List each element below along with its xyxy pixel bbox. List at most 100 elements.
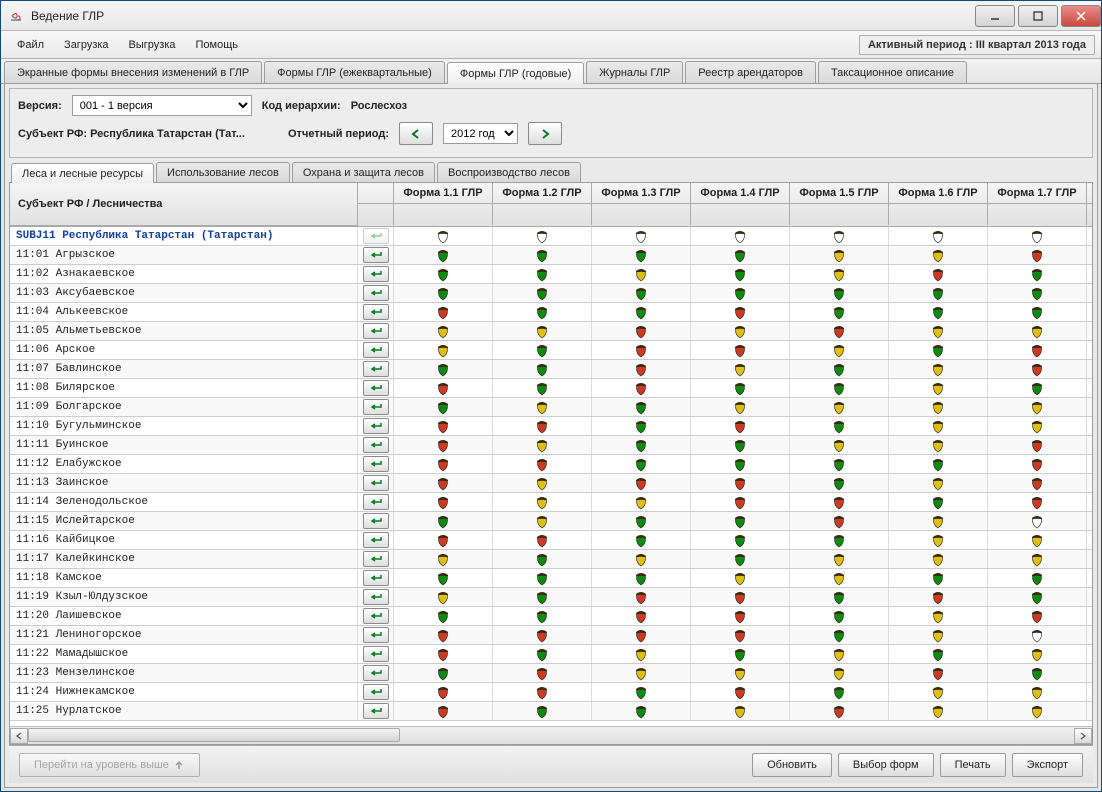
status-cell[interactable] <box>889 379 988 397</box>
status-cell[interactable] <box>592 398 691 416</box>
status-cell[interactable] <box>790 341 889 359</box>
status-cell[interactable] <box>988 569 1087 587</box>
status-cell[interactable] <box>988 512 1087 530</box>
status-cell[interactable] <box>394 645 493 663</box>
status-cell[interactable] <box>394 588 493 606</box>
tab-2[interactable]: Формы ГЛР (годовые) <box>447 62 584 84</box>
status-cell[interactable] <box>493 227 592 245</box>
status-cell[interactable] <box>493 550 592 568</box>
status-cell[interactable] <box>394 284 493 302</box>
table-row[interactable]: 11:18 Камское <box>10 569 1092 588</box>
enter-row-button[interactable] <box>363 589 389 605</box>
table-row[interactable]: 11:10 Бугульминское <box>10 417 1092 436</box>
table-row[interactable]: 11:03 Аксубаевское <box>10 284 1092 303</box>
status-cell[interactable] <box>493 398 592 416</box>
enter-row-button[interactable] <box>363 247 389 263</box>
col-form-2[interactable]: Форма 1.2 ГЛР <box>493 183 592 203</box>
status-cell[interactable] <box>493 683 592 701</box>
status-cell[interactable] <box>889 246 988 264</box>
status-cell[interactable] <box>394 683 493 701</box>
status-cell[interactable] <box>592 303 691 321</box>
enter-row-button[interactable] <box>363 703 389 719</box>
status-cell[interactable] <box>394 512 493 530</box>
status-cell[interactable] <box>493 379 592 397</box>
status-cell[interactable] <box>889 645 988 663</box>
table-row[interactable]: 11:08 Билярское <box>10 379 1092 398</box>
status-cell[interactable] <box>889 303 988 321</box>
status-cell[interactable] <box>889 265 988 283</box>
status-cell[interactable] <box>691 588 790 606</box>
status-cell[interactable] <box>790 569 889 587</box>
status-cell[interactable] <box>592 664 691 682</box>
tab-5[interactable]: Таксационное описание <box>818 61 967 83</box>
status-cell[interactable] <box>889 398 988 416</box>
status-cell[interactable] <box>790 474 889 492</box>
status-cell[interactable] <box>592 360 691 378</box>
status-cell[interactable] <box>691 417 790 435</box>
status-cell[interactable] <box>394 607 493 625</box>
status-cell[interactable] <box>394 303 493 321</box>
status-cell[interactable] <box>790 246 889 264</box>
status-cell[interactable] <box>889 702 988 720</box>
status-cell[interactable] <box>592 512 691 530</box>
status-cell[interactable] <box>691 550 790 568</box>
tab-1[interactable]: Формы ГЛР (ежеквартальные) <box>264 61 445 83</box>
table-row[interactable]: 11:23 Мензелинское <box>10 664 1092 683</box>
enter-row-button[interactable] <box>363 532 389 548</box>
status-cell[interactable] <box>592 550 691 568</box>
status-cell[interactable] <box>889 322 988 340</box>
col-form-5[interactable]: Форма 1.5 ГЛР <box>790 183 889 203</box>
status-cell[interactable] <box>691 398 790 416</box>
horizontal-scrollbar[interactable] <box>10 726 1092 744</box>
status-cell[interactable] <box>493 417 592 435</box>
period-next-button[interactable] <box>528 122 562 145</box>
status-cell[interactable] <box>691 664 790 682</box>
status-cell[interactable] <box>889 227 988 245</box>
status-cell[interactable] <box>691 569 790 587</box>
status-cell[interactable] <box>790 588 889 606</box>
status-cell[interactable] <box>592 436 691 454</box>
status-cell[interactable] <box>592 227 691 245</box>
status-cell[interactable] <box>592 322 691 340</box>
status-cell[interactable] <box>790 284 889 302</box>
status-cell[interactable] <box>790 607 889 625</box>
enter-row-button[interactable] <box>363 342 389 358</box>
status-cell[interactable] <box>790 398 889 416</box>
status-cell[interactable] <box>394 246 493 264</box>
table-row[interactable]: 11:06 Арское <box>10 341 1092 360</box>
status-cell[interactable] <box>790 645 889 663</box>
status-cell[interactable] <box>592 417 691 435</box>
status-cell[interactable] <box>493 702 592 720</box>
status-cell[interactable] <box>691 436 790 454</box>
table-row[interactable]: 11:04 Алькеевское <box>10 303 1092 322</box>
status-cell[interactable] <box>394 265 493 283</box>
table-row[interactable]: SUBJ11 Республика Татарстан (Татарстан) <box>10 227 1092 246</box>
version-select[interactable]: 001 - 1 версия <box>72 95 252 116</box>
col-form-6[interactable]: Форма 1.6 ГЛР <box>889 183 988 203</box>
enter-row-button[interactable] <box>363 361 389 377</box>
status-cell[interactable] <box>691 531 790 549</box>
status-cell[interactable] <box>889 512 988 530</box>
enter-row-button[interactable] <box>363 570 389 586</box>
table-row[interactable]: 11:25 Нурлатское <box>10 702 1092 721</box>
status-cell[interactable] <box>592 474 691 492</box>
table-row[interactable]: 11:17 Калейкинское <box>10 550 1092 569</box>
status-cell[interactable] <box>493 607 592 625</box>
status-cell[interactable] <box>988 227 1087 245</box>
status-cell[interactable] <box>790 455 889 473</box>
subtab-3[interactable]: Воспроизводство лесов <box>437 162 581 182</box>
status-cell[interactable] <box>691 322 790 340</box>
choose-forms-button[interactable]: Выбор форм <box>838 753 934 777</box>
status-cell[interactable] <box>394 322 493 340</box>
enter-row-button[interactable] <box>363 304 389 320</box>
status-cell[interactable] <box>988 303 1087 321</box>
status-cell[interactable] <box>493 493 592 511</box>
status-cell[interactable] <box>790 265 889 283</box>
status-cell[interactable] <box>889 531 988 549</box>
status-cell[interactable] <box>691 702 790 720</box>
table-row[interactable]: 11:09 Болгарское <box>10 398 1092 417</box>
table-row[interactable]: 11:02 Азнакаевское <box>10 265 1092 284</box>
status-cell[interactable] <box>889 436 988 454</box>
status-cell[interactable] <box>988 341 1087 359</box>
enter-row-button[interactable] <box>363 285 389 301</box>
